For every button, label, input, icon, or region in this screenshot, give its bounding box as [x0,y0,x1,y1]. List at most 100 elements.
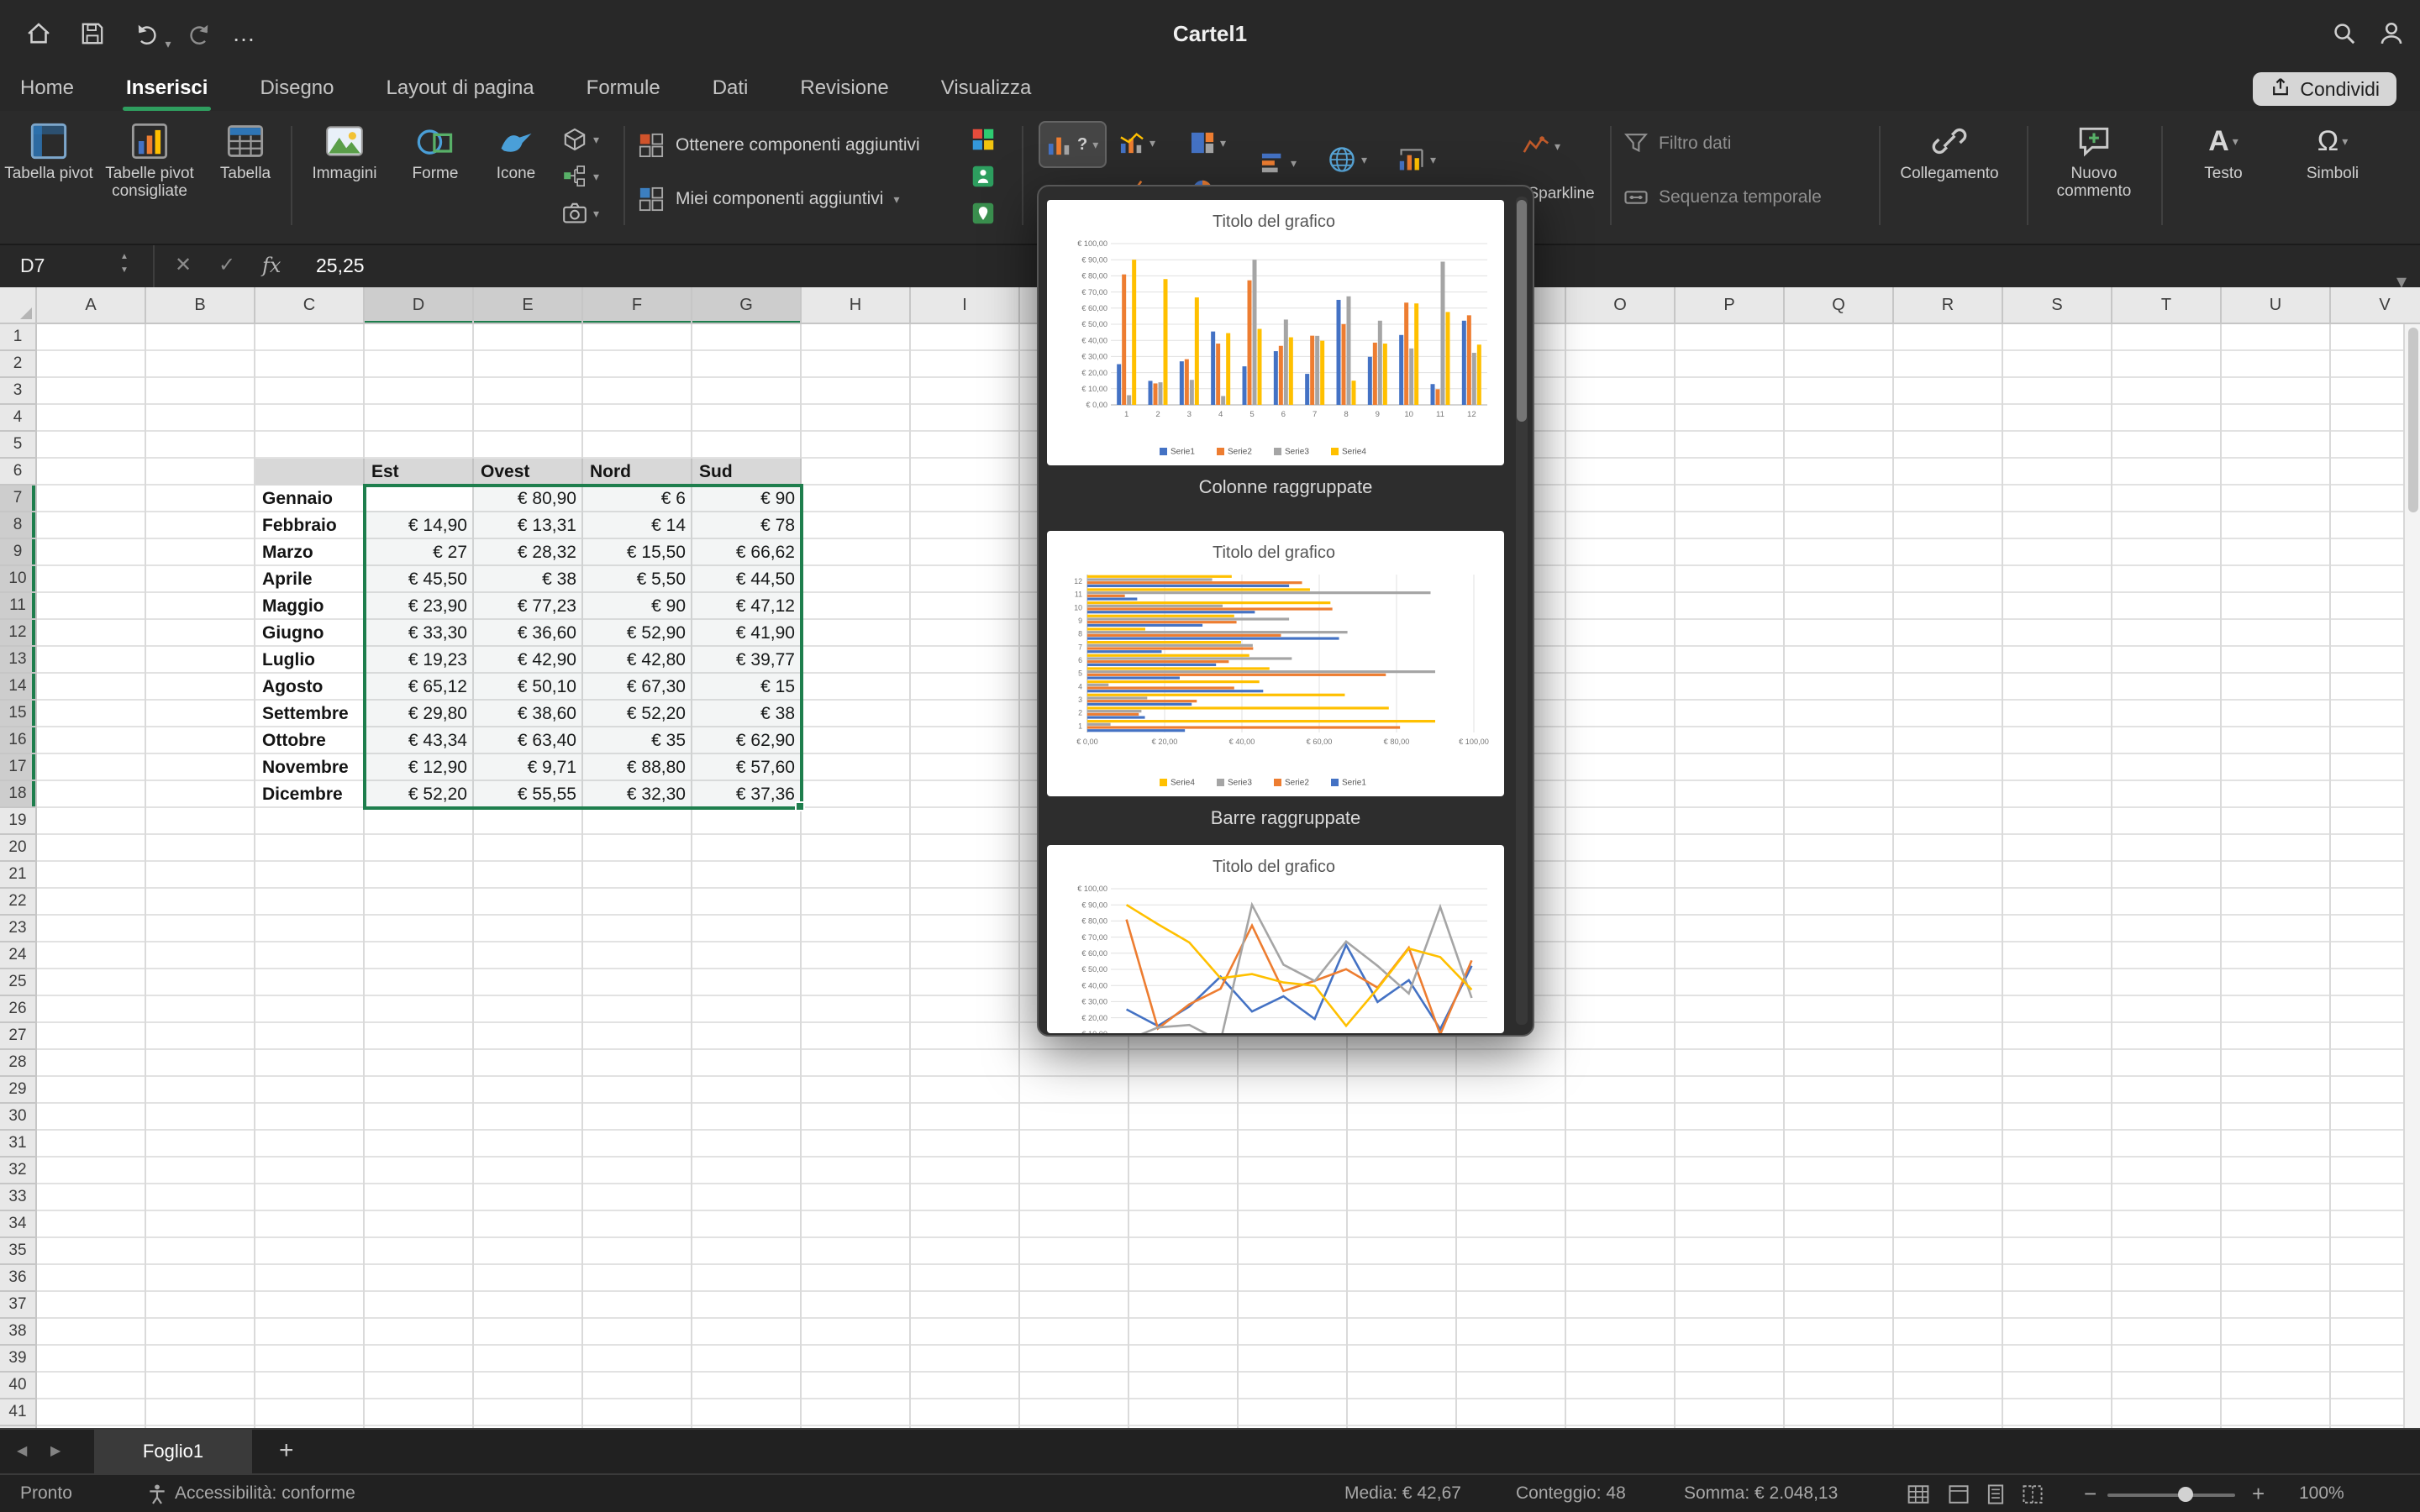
zoom-in-button[interactable]: + [2252,1475,2265,1512]
column-header-R[interactable]: R [1894,287,2003,324]
row-header-10[interactable]: 10 [0,566,35,593]
screenshot-button[interactable]: ▾ [561,195,599,232]
new-comment-button[interactable]: Nuovo commento [2033,118,2154,200]
month-cell[interactable]: Luglio [255,647,365,674]
row-header-7[interactable]: 7 [0,486,35,512]
row-header-21[interactable]: 21 [0,862,35,889]
row-header-29[interactable]: 29 [0,1077,35,1104]
column-header-S[interactable]: S [2003,287,2112,324]
row-header-30[interactable]: 30 [0,1104,35,1131]
row-header-2[interactable]: 2 [0,351,35,378]
table-button[interactable]: Tabella [205,118,286,182]
slicer-button[interactable]: Filtro dati [1623,131,1731,156]
shapes-button[interactable]: Forme [395,118,476,182]
row-header-15[interactable]: 15 [0,701,35,727]
ribbon-tab-disegno[interactable]: Disegno [256,67,337,111]
column-header-E[interactable]: E [474,287,583,324]
column-header-D[interactable]: D [365,287,474,324]
share-button[interactable]: Condividi [2253,72,2396,106]
row-header-39[interactable]: 39 [0,1346,35,1373]
link-button[interactable]: Collegamento [1886,118,2013,182]
maps-button[interactable]: ▾ [1328,141,1367,178]
column-header-V[interactable]: V [2331,287,2420,324]
table-header-cell[interactable]: Sud [692,459,802,486]
3d-models-button[interactable]: ▾ [561,121,599,158]
row-header-5[interactable]: 5 [0,432,35,459]
zoom-slider[interactable] [2107,1494,2235,1497]
icons-button[interactable]: Icone [477,118,555,182]
recommended-pivot-button[interactable]: Tabelle pivot consigliate [94,118,205,200]
ribbon-tab-inserisci[interactable]: Inserisci [123,67,211,111]
normal-view-icon[interactable] [1946,1482,1971,1507]
table-header-cell[interactable]: Est [365,459,474,486]
row-header-32[interactable]: 32 [0,1158,35,1184]
chart-preview-clustered-bar[interactable]: Titolo del grafico€ 0,00€ 20,00€ 40,00€ … [1047,531,1504,796]
search-icon[interactable] [2329,18,2360,49]
column-header-Q[interactable]: Q [1785,287,1894,324]
row-header-16[interactable]: 16 [0,727,35,754]
row-header-41[interactable]: 41 [0,1399,35,1426]
zoom-slider-thumb[interactable] [2178,1487,2193,1502]
month-cell[interactable]: Aprile [255,566,365,593]
row-header-8[interactable]: 8 [0,512,35,539]
column-header-F[interactable]: F [583,287,692,324]
prev-sheet-icon[interactable]: ◀ [17,1430,27,1475]
insert-column-chart-button[interactable]: ? ▾ [1039,121,1107,168]
confirm-entry-button[interactable]: ✓ [218,244,235,287]
row-header-28[interactable]: 28 [0,1050,35,1077]
row-header-36[interactable]: 36 [0,1265,35,1292]
pivot-table-button[interactable]: Tabella pivot [3,118,94,182]
column-header-H[interactable]: H [802,287,911,324]
smartart-button[interactable]: ▾ [561,158,599,195]
column-header-P[interactable]: P [1676,287,1785,324]
name-box-stepper[interactable]: ▲ ▼ [114,250,134,277]
fill-handle[interactable] [795,801,805,811]
vertical-scrollbar-thumb[interactable] [2408,328,2418,512]
column-header-B[interactable]: B [146,287,255,324]
bing-maps-button[interactable] [971,195,995,232]
ribbon-tab-layout-di-pagina[interactable]: Layout di pagina [383,67,538,111]
row-header-14[interactable]: 14 [0,674,35,701]
row-header-24[interactable]: 24 [0,942,35,969]
chart-preview-clustered-column[interactable]: Titolo del grafico€ 100,00€ 90,00€ 80,00… [1047,200,1504,465]
store-addin-button[interactable] [971,121,995,158]
column-header-T[interactable]: T [2112,287,2222,324]
select-all-corner[interactable] [0,287,37,324]
row-header-20[interactable]: 20 [0,835,35,862]
column-header-C[interactable]: C [255,287,365,324]
ribbon-tab-home[interactable]: Home [17,67,77,111]
zoom-level[interactable]: 100% [2299,1475,2344,1512]
pictures-button[interactable]: Immagini [297,118,392,182]
insert-bar-chart-button[interactable]: ▾ [1260,144,1297,181]
sparkline-button[interactable]: ▾ [1523,128,1560,165]
timeline-button[interactable]: Sequenza temporale [1623,185,1822,210]
insert-combo-chart-button[interactable]: ▾ [1119,124,1155,161]
row-header-4[interactable]: 4 [0,405,35,432]
month-cell[interactable]: Dicembre [255,781,365,808]
column-header-A[interactable]: A [37,287,146,324]
month-cell[interactable]: Agosto [255,674,365,701]
profile-icon[interactable] [2376,18,2407,49]
accessibility-icon[interactable] [145,1482,170,1507]
month-cell[interactable]: Gennaio [255,486,365,512]
column-header-O[interactable]: O [1566,287,1676,324]
column-header-I[interactable]: I [911,287,1020,324]
row-header-31[interactable]: 31 [0,1131,35,1158]
month-cell[interactable]: Marzo [255,539,365,566]
row-header-3[interactable]: 3 [0,378,35,405]
dropdown-scrollbar-thumb[interactable] [1517,200,1527,422]
stepper-up-icon[interactable]: ▲ [114,250,134,264]
ribbon-tab-visualizza[interactable]: Visualizza [938,67,1035,111]
symbols-button[interactable]: Ω ▾ Simboli [2279,118,2386,182]
ribbon-tab-formule[interactable]: Formule [583,67,664,111]
month-cell[interactable]: Settembre [255,701,365,727]
row-header-13[interactable]: 13 [0,647,35,674]
zoom-out-button[interactable]: − [2084,1475,2096,1512]
row-header-40[interactable]: 40 [0,1373,35,1399]
row-header-19[interactable]: 19 [0,808,35,835]
row-header-18[interactable]: 18 [0,781,35,808]
table-header-cell[interactable]: Ovest [474,459,583,486]
column-header-G[interactable]: G [692,287,802,324]
row-header-27[interactable]: 27 [0,1023,35,1050]
row-header-9[interactable]: 9 [0,539,35,566]
